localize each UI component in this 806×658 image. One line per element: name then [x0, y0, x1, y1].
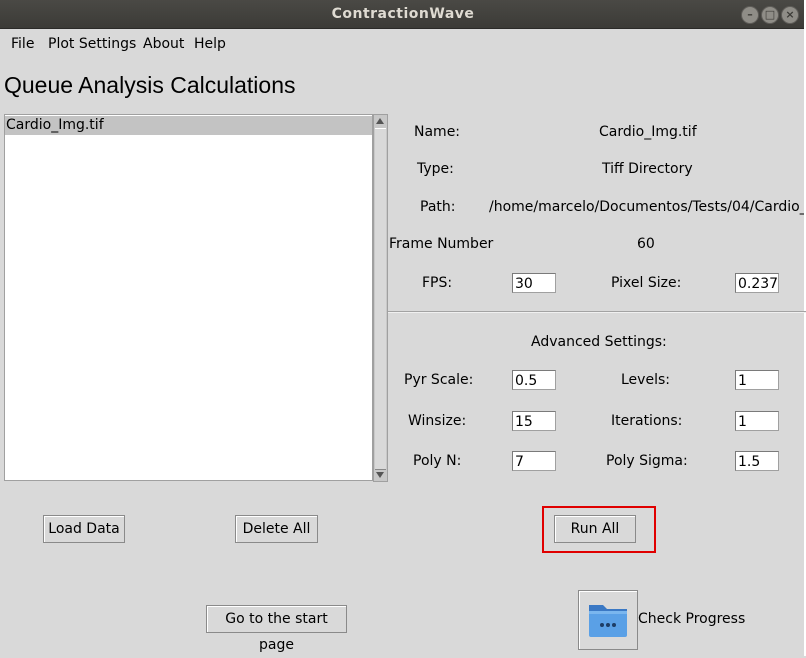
frame-number-value: 60	[637, 236, 655, 252]
minimize-icon[interactable]: –	[741, 6, 759, 24]
menu-file[interactable]: File	[11, 36, 34, 52]
winsize-label: Winsize:	[408, 413, 467, 429]
poly-n-input[interactable]: 7	[512, 451, 556, 471]
start-page-button[interactable]: Go to the start page	[206, 605, 347, 653]
poly-sigma-input[interactable]: 1.5	[735, 451, 779, 471]
pixel-size-label: Pixel Size:	[611, 275, 682, 291]
separator	[388, 311, 806, 313]
pixel-size-input[interactable]: 0.2375	[735, 273, 779, 293]
name-label: Name:	[414, 124, 461, 140]
fps-label: FPS:	[422, 275, 453, 291]
delete-all-button[interactable]: Delete All	[235, 515, 318, 543]
path-value: /home/marcelo/Documentos/Tests/04/Cardio…	[489, 199, 804, 215]
levels-label: Levels:	[621, 372, 670, 388]
queue-listbox[interactable]: Cardio_Img.tif	[4, 114, 373, 481]
type-value: Tiff Directory	[602, 161, 693, 177]
scroll-down-icon[interactable]	[376, 472, 384, 478]
frame-number-label: Frame Number	[389, 236, 494, 252]
menu-about[interactable]: About	[143, 36, 184, 52]
scroll-thumb[interactable]	[375, 128, 386, 470]
run-all-button[interactable]: Run All	[554, 515, 636, 543]
load-data-button[interactable]: Load Data	[43, 515, 125, 543]
check-progress-label[interactable]: Check Progress	[638, 611, 745, 627]
poly-sigma-label: Poly Sigma:	[606, 453, 688, 469]
pyr-scale-input[interactable]: 0.5	[512, 370, 556, 390]
check-progress-button[interactable]	[578, 590, 638, 650]
maximize-icon[interactable]: □	[761, 6, 779, 24]
path-label: Path:	[420, 199, 456, 215]
menu-plot-settings[interactable]: Plot Settings	[48, 36, 136, 52]
iterations-label: Iterations:	[611, 413, 683, 429]
list-item[interactable]: Cardio_Img.tif	[5, 116, 372, 135]
page-title: Queue Analysis Calculations	[4, 72, 296, 98]
type-label: Type:	[417, 161, 454, 177]
scroll-up-icon[interactable]	[376, 118, 384, 124]
levels-input[interactable]: 1	[735, 370, 779, 390]
winsize-input[interactable]: 15	[512, 411, 556, 431]
list-scrollbar[interactable]	[373, 114, 388, 482]
poly-n-label: Poly N:	[413, 453, 462, 469]
pyr-scale-label: Pyr Scale:	[404, 372, 474, 388]
advanced-settings-heading: Advanced Settings:	[531, 334, 667, 350]
close-icon[interactable]: ×	[781, 6, 799, 24]
window-title: ContractionWave	[331, 6, 475, 22]
folder-icon	[589, 605, 627, 637]
name-value: Cardio_Img.tif	[599, 124, 697, 140]
menu-help[interactable]: Help	[194, 36, 226, 52]
iterations-input[interactable]: 1	[735, 411, 779, 431]
fps-input[interactable]: 30	[512, 273, 556, 293]
